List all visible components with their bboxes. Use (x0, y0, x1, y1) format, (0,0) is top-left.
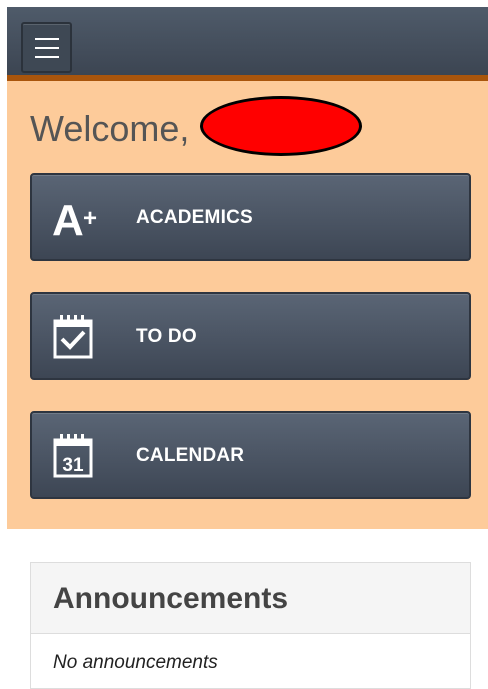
svg-text:A: A (52, 196, 84, 243)
welcome-greeting: Welcome, (30, 108, 190, 149)
hamburger-menu-icon (35, 38, 59, 40)
academics-a-plus-icon: A + (52, 196, 97, 243)
announcements-empty-message: No announcements (53, 652, 218, 673)
svg-text:+: + (83, 205, 97, 232)
menu-toggle-button[interactable] (21, 22, 72, 73)
redacted-username (200, 96, 362, 156)
todo-checklist-icon (53, 315, 93, 359)
academics-label: ACADEMICS (136, 207, 253, 228)
announcements-panel: Announcements No announcements (30, 562, 471, 689)
calendar-icon-day: 31 (62, 455, 84, 476)
calendar-icon: 31 (53, 434, 93, 478)
todo-label: TO DO (136, 326, 197, 347)
calendar-label: CALENDAR (136, 445, 245, 466)
todo-button[interactable]: TO DO (30, 292, 471, 380)
calendar-button[interactable]: 31 CALENDAR (30, 411, 471, 499)
academics-button[interactable]: A + ACADEMICS (30, 173, 471, 261)
top-navbar (7, 7, 488, 75)
announcements-header: Announcements (31, 563, 470, 634)
announcements-title: Announcements (53, 582, 289, 615)
